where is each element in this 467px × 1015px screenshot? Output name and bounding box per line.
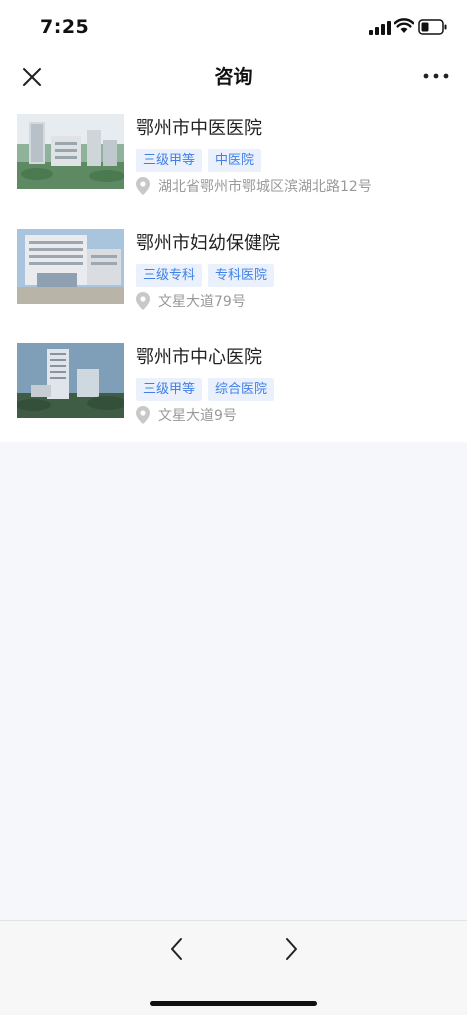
hospital-name: 鄂州市中医医院 bbox=[136, 118, 262, 139]
hospital-list-item[interactable]: 鄂州市中心医院 三级甲等 综合医院 文星大道9号 bbox=[0, 329, 467, 443]
bottom-toolbar bbox=[0, 920, 467, 1015]
hospital-name: 鄂州市妇幼保健院 bbox=[136, 233, 280, 254]
page-title: 咨询 bbox=[214, 66, 253, 88]
chevron-left-icon[interactable] bbox=[163, 935, 191, 963]
hospital-address-text: 文星大道9号 bbox=[158, 408, 237, 424]
hospital-tags: 三级甲等 综合医院 bbox=[136, 378, 275, 401]
hospital-tags: 三级专科 专科医院 bbox=[136, 264, 275, 287]
more-icon[interactable] bbox=[422, 64, 450, 88]
hospital-photo bbox=[17, 114, 124, 189]
hospital-address: 湖北省鄂州市鄂城区滨湖北路12号 bbox=[136, 176, 372, 196]
hospital-list-item[interactable]: 鄂州市中医医院 三级甲等 中医院 湖北省鄂州市鄂城区滨湖北路12号 bbox=[0, 100, 467, 214]
status-bar: 7:25 bbox=[0, 0, 467, 52]
hospital-address-text: 文星大道79号 bbox=[158, 294, 246, 310]
location-pin-icon bbox=[136, 292, 150, 310]
tag-grade: 三级专科 bbox=[136, 264, 203, 287]
location-pin-icon bbox=[136, 177, 150, 195]
wifi-icon bbox=[394, 18, 414, 33]
location-pin-icon bbox=[136, 406, 150, 424]
home-indicator bbox=[150, 1001, 317, 1006]
hospital-address-text: 湖北省鄂州市鄂城区滨湖北路12号 bbox=[158, 179, 372, 195]
hospital-photo bbox=[17, 229, 124, 304]
hospital-name: 鄂州市中心医院 bbox=[136, 347, 262, 368]
hospital-address: 文星大道79号 bbox=[136, 291, 246, 311]
hospital-tags: 三级甲等 中医院 bbox=[136, 149, 262, 172]
tag-grade: 三级甲等 bbox=[136, 149, 203, 172]
nav-bar: 咨询 bbox=[0, 52, 467, 100]
cellular-signal-icon bbox=[369, 21, 391, 35]
hospital-list-item[interactable]: 鄂州市妇幼保健院 三级专科 专科医院 文星大道79号 bbox=[0, 215, 467, 329]
tag-grade: 三级甲等 bbox=[136, 378, 203, 401]
status-time: 7:25 bbox=[40, 16, 90, 38]
hospital-list: 鄂州市中医医院 三级甲等 中医院 湖北省鄂州市鄂城区滨湖北路12号 鄂州市妇幼保… bbox=[0, 100, 467, 442]
hospital-address: 文星大道9号 bbox=[136, 405, 237, 425]
hospital-photo bbox=[17, 343, 124, 418]
chevron-right-icon[interactable] bbox=[277, 935, 305, 963]
tag-category: 中医院 bbox=[208, 149, 262, 172]
battery-icon bbox=[418, 19, 447, 35]
tag-category: 专科医院 bbox=[208, 264, 275, 287]
tag-category: 综合医院 bbox=[208, 378, 275, 401]
